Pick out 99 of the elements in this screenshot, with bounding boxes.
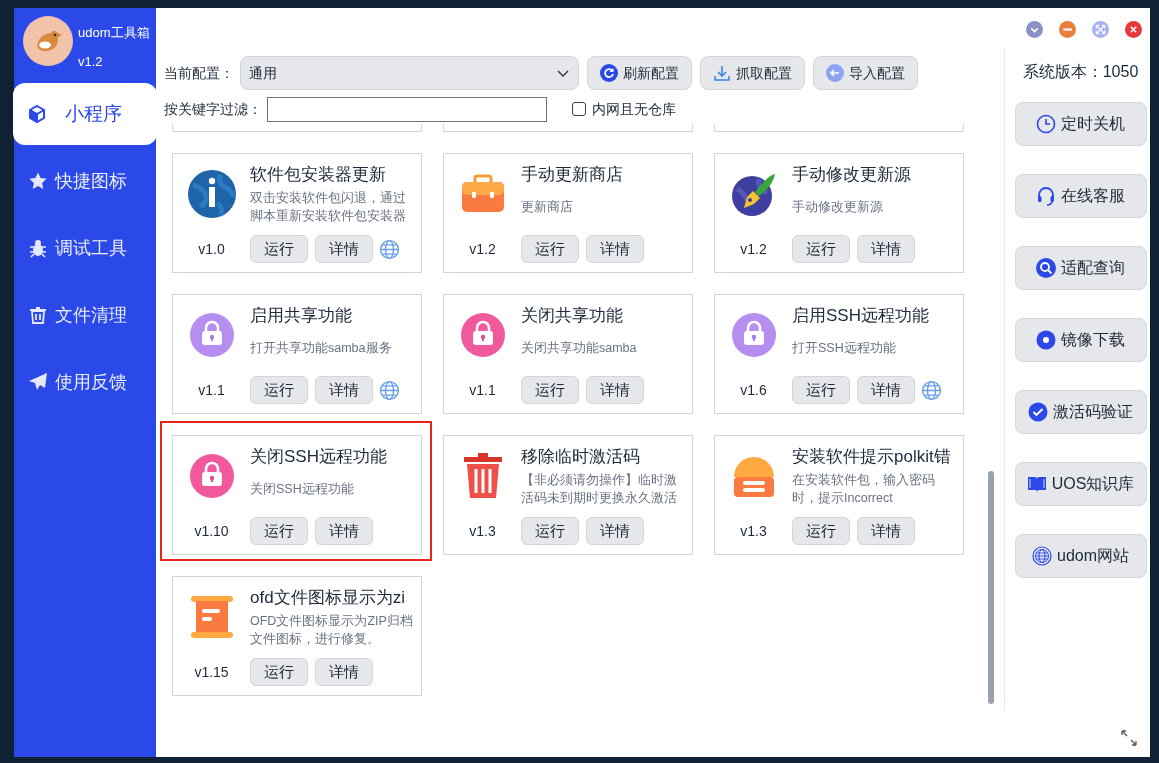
version-label: v1.2 (739, 239, 768, 259)
version-label: v1.15 (193, 662, 230, 682)
details-button[interactable]: 详情 (857, 517, 915, 545)
scrollbar[interactable] (988, 471, 994, 704)
config-button[interactable]: 导入配置 (813, 56, 918, 90)
version-label: v1.1 (468, 380, 497, 400)
close-icon[interactable] (1125, 20, 1142, 38)
dropdown-icon[interactable] (1026, 20, 1043, 38)
trash-icon (28, 305, 48, 325)
side-button[interactable]: 在线客服 (1014, 174, 1147, 218)
sidebar-item[interactable]: 使用反馈 (14, 351, 156, 413)
app-version: v1.2 (78, 53, 104, 71)
details-button[interactable]: 详情 (857, 376, 915, 404)
config-label: 当前配置： (164, 63, 235, 83)
headset-icon (1036, 186, 1056, 206)
sidebar-item[interactable]: 快捷图标 (14, 150, 156, 212)
checkbox-label: 内网且无仓库 (592, 99, 676, 119)
details-button[interactable]: 详情 (315, 376, 373, 404)
run-button[interactable]: 运行 (792, 235, 850, 263)
app-name: udom工具箱 (78, 24, 150, 42)
version-label: v1.2 (468, 239, 497, 259)
card-title: 关闭共享功能 (521, 305, 624, 327)
run-button[interactable]: 运行 (250, 376, 308, 404)
card-description: 在安装软件包，输入密码时，提示Incorrect (792, 472, 936, 507)
checkbox[interactable] (572, 102, 586, 116)
disc-icon (1036, 330, 1056, 350)
book-icon (1026, 474, 1047, 494)
bird-avatar-icon (23, 16, 73, 66)
card-description: 更新商店 (521, 199, 573, 216)
cube-icon (27, 104, 47, 124)
version-label: v1.3 (468, 521, 497, 541)
card-title: 软件包安装器更新 (250, 164, 387, 186)
version-label: v1.0 (197, 239, 226, 259)
details-button[interactable]: 详情 (586, 517, 644, 545)
details-button[interactable]: 详情 (586, 235, 644, 263)
resize-icon[interactable] (1120, 729, 1138, 747)
details-button[interactable]: 详情 (315, 517, 373, 545)
side-button[interactable]: 激活码验证 (1014, 390, 1147, 434)
check-circle-icon (1028, 402, 1048, 422)
details-button[interactable]: 详情 (857, 235, 915, 263)
sidebar-item[interactable]: 调试工具 (14, 217, 156, 279)
config-select[interactable]: 通用 (240, 56, 579, 90)
config-button[interactable]: 抓取配置 (700, 56, 805, 90)
run-button[interactable]: 运行 (250, 235, 308, 263)
maximize-icon[interactable] (1092, 20, 1109, 38)
version-label: v1.1 (197, 380, 226, 400)
run-button[interactable]: 运行 (521, 235, 579, 263)
card-description: OFD文件图标显示为ZIP归档文件图标，进行修复。 (250, 613, 414, 648)
filter-label: 按关键字过滤： (164, 99, 263, 119)
card-description: 打开共享功能samba服务 (250, 340, 392, 357)
minimize-icon[interactable] (1059, 20, 1076, 38)
run-button[interactable]: 运行 (521, 517, 579, 545)
card-description: 打开SSH远程功能 (792, 340, 896, 357)
card-title: 关闭SSH远程功能 (250, 446, 388, 468)
card-title: 启用共享功能 (250, 305, 353, 327)
side-button[interactable]: udom网站 (1014, 534, 1147, 578)
details-button[interactable]: 详情 (315, 658, 373, 686)
card-title: 启用SSH远程功能 (792, 305, 930, 327)
version-label: v1.3 (739, 521, 768, 541)
side-button[interactable]: 适配查询 (1014, 246, 1147, 290)
card-description: 手动修改更新源 (792, 199, 883, 216)
side-button[interactable]: 镜像下载 (1014, 318, 1147, 362)
run-button[interactable]: 运行 (250, 517, 308, 545)
sidebar-item[interactable]: 小程序 (13, 83, 157, 145)
side-button[interactable]: UOS知识库 (1014, 462, 1147, 506)
bug-icon (28, 238, 48, 258)
globe-icon[interactable] (379, 379, 400, 401)
run-button[interactable]: 运行 (521, 376, 579, 404)
run-button[interactable]: 运行 (792, 517, 850, 545)
star-icon (28, 171, 48, 191)
sidebar-item[interactable]: 文件清理 (14, 284, 156, 346)
card-title: 手动更新商店 (521, 164, 624, 186)
globe-icon[interactable] (921, 379, 942, 401)
card-description: 【非必须请勿操作】临时激活码未到期时更换永久激活 (521, 472, 678, 507)
globe-icon[interactable] (379, 238, 400, 260)
refresh-icon (600, 64, 618, 82)
send-icon (28, 372, 48, 392)
card-title: 手动修改更新源 (792, 164, 912, 186)
config-button[interactable]: 刷新配置 (587, 56, 692, 90)
card-title: 安装软件提示polkit错 (792, 446, 952, 468)
system-version: 系统版本：1050 (1021, 62, 1139, 82)
details-button[interactable]: 详情 (586, 376, 644, 404)
filter-field[interactable] (267, 96, 547, 122)
version-label: v1.6 (739, 380, 768, 400)
card-title: 移除临时激活码 (521, 446, 641, 468)
run-button[interactable]: 运行 (792, 376, 850, 404)
card-title: ofd文件图标显示为zi (250, 587, 406, 609)
version-label: v1.10 (193, 521, 230, 541)
card-description: 关闭SSH远程功能 (250, 481, 354, 498)
card-description: 双击安装软件包闪退，通过脚本重新安装软件包安装器 (250, 190, 407, 225)
details-button[interactable]: 详情 (315, 235, 373, 263)
run-button[interactable]: 运行 (250, 658, 308, 686)
clock-icon (1036, 114, 1056, 134)
globe-icon (1032, 546, 1052, 566)
search-icon (1036, 258, 1056, 278)
info-globe-icon (186, 169, 237, 219)
download-icon (713, 64, 731, 82)
side-button[interactable]: 定时关机 (1014, 102, 1147, 146)
card-description: 关闭共享功能samba (521, 340, 637, 357)
